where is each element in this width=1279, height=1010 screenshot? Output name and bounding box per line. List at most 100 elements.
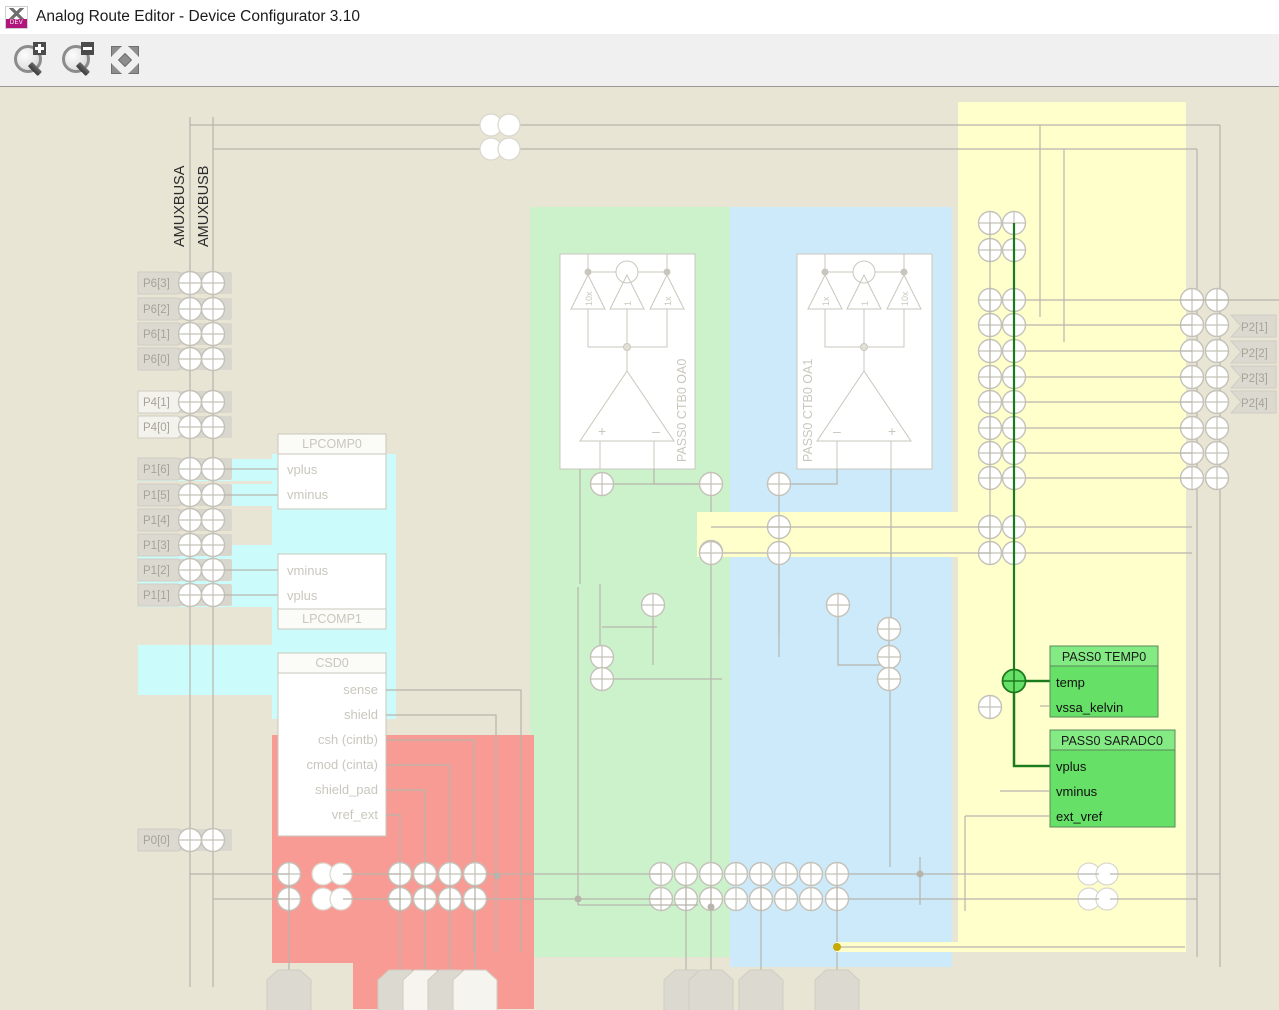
switch[interactable] xyxy=(825,592,851,618)
block-title: CSD0 xyxy=(315,656,348,670)
pin-row[interactable]: P0[0] xyxy=(137,827,232,853)
zoom-out-button[interactable] xyxy=(56,39,98,81)
switch[interactable] xyxy=(766,540,792,566)
switch[interactable] xyxy=(698,471,724,497)
block-title: PASS0 SARADC0 xyxy=(1061,734,1163,748)
svg-text:+: + xyxy=(598,423,606,439)
block-pass0-temp0[interactable]: PASS0 TEMP0 temp vssa_kelvin xyxy=(1040,645,1159,718)
closed-switch[interactable] xyxy=(1001,668,1027,694)
terminal-label: vplus xyxy=(1056,759,1087,774)
svg-text:P2[2]: P2[2] xyxy=(1241,348,1268,360)
svg-text:–: – xyxy=(652,423,660,439)
switch[interactable] xyxy=(876,666,902,692)
app-icon: DEV xyxy=(5,5,28,29)
pin-row[interactable]: P6[1] xyxy=(137,321,232,347)
terminal-label: vref_ext xyxy=(332,807,379,822)
pin-row[interactable]: P1[3] xyxy=(137,532,232,558)
pin-row[interactable]: P6[3] xyxy=(137,270,232,296)
pin-row[interactable]: P1[4] xyxy=(137,507,232,533)
mux-group[interactable] xyxy=(479,137,521,161)
svg-text:1: 1 xyxy=(623,301,633,306)
analog-route-editor-window: DEV Analog Route Editor - Device Configu… xyxy=(0,0,1279,1010)
svg-text:P1[5]: P1[5] xyxy=(143,490,170,502)
svg-text:1x: 1x xyxy=(663,296,673,306)
svg-text:1: 1 xyxy=(860,301,870,306)
terminal-label: cmod (cinta) xyxy=(306,757,378,772)
pin-row[interactable]: P2[2] xyxy=(1229,340,1277,364)
block-title: PASS0 CTB0 OA1 xyxy=(801,359,815,462)
mux-group[interactable] xyxy=(479,113,521,137)
svg-text:P2[4]: P2[4] xyxy=(1241,398,1268,410)
routing-diagram: P6[3] P6[2] P6[1] P6[0] P4[1] P4[0] P1[6… xyxy=(137,102,1279,1010)
terminal-label: vminus xyxy=(287,487,329,502)
pin-row[interactable]: P6[0] xyxy=(137,346,232,372)
svg-text:P4[0]: P4[0] xyxy=(143,422,170,434)
switch[interactable] xyxy=(589,644,615,670)
svg-text:P1[3]: P1[3] xyxy=(143,540,170,552)
svg-text:P6[1]: P6[1] xyxy=(143,329,170,341)
route-glyph-icon xyxy=(8,7,25,19)
pin-row[interactable]: P4[1] xyxy=(137,389,232,415)
switch[interactable] xyxy=(766,471,792,497)
svg-text:P6[3]: P6[3] xyxy=(143,278,170,290)
svg-text:1x: 1x xyxy=(821,296,831,306)
terminal-label: temp xyxy=(1056,675,1085,690)
terminal-label: csh (cintb) xyxy=(318,732,378,747)
pin-row[interactable]: P2[1] xyxy=(1229,314,1277,338)
title-bar: DEV Analog Route Editor - Device Configu… xyxy=(0,0,1279,35)
svg-text:P1[1]: P1[1] xyxy=(143,590,170,602)
svg-text:P1[4]: P1[4] xyxy=(143,515,170,527)
dev-badge: DEV xyxy=(6,18,27,28)
pin-row[interactable]: P5[0] xyxy=(452,969,498,1010)
fit-arrows-icon xyxy=(111,46,139,74)
svg-text:P0[0]: P0[0] xyxy=(143,835,170,847)
block-title: LPCOMP0 xyxy=(302,437,362,451)
window-title: Analog Route Editor - Device Configurato… xyxy=(36,8,360,25)
svg-text:P1[6]: P1[6] xyxy=(143,464,170,476)
bus-label-amuxbusb: AMUXBUSB xyxy=(196,166,212,247)
pin-row[interactable]: P5[5] xyxy=(266,969,312,1010)
switch[interactable] xyxy=(876,616,902,642)
terminal-label: vssa_kelvin xyxy=(1056,700,1123,715)
svg-text:P2[3]: P2[3] xyxy=(1241,373,1268,385)
bus-label-amuxbusa: AMUXBUSA xyxy=(172,165,188,247)
pin-row[interactable]: P4[0] xyxy=(137,414,232,440)
block-ctb0-oa1[interactable]: PASS0 CTB0 OA1 1x 1 10x – + xyxy=(796,253,933,470)
right-port-matrix[interactable] xyxy=(1179,287,1230,491)
switch[interactable] xyxy=(589,666,615,692)
block-lpcomp1[interactable]: vminus vplus LPCOMP1 xyxy=(277,553,387,630)
svg-text:P4[1]: P4[1] xyxy=(143,397,170,409)
routing-canvas[interactable]: P6[3] P6[2] P6[1] P6[0] P4[1] P4[0] P1[6… xyxy=(0,86,1279,1010)
svg-text:P1[2]: P1[2] xyxy=(143,565,170,577)
svg-text:+: + xyxy=(888,423,896,439)
pin-row[interactable]: P2[3] xyxy=(1229,365,1277,389)
block-ctb0-oa0[interactable]: PASS0 CTB0 OA0 10x 1 1x + – xyxy=(559,253,696,470)
svg-text:P6[0]: P6[0] xyxy=(143,354,170,366)
terminal-label: shield_pad xyxy=(315,782,378,797)
svg-text:10x: 10x xyxy=(584,291,594,306)
pin-row[interactable]: P2[4] xyxy=(1229,390,1277,414)
block-title: PASS0 CTB0 OA0 xyxy=(675,359,689,462)
block-title: LPCOMP1 xyxy=(302,612,362,626)
terminal-label: shield xyxy=(344,707,378,722)
terminal-label: vminus xyxy=(287,563,329,578)
svg-text:10x: 10x xyxy=(900,291,910,306)
switch[interactable] xyxy=(698,540,724,566)
switch[interactable] xyxy=(977,694,1003,720)
switch[interactable] xyxy=(640,592,666,618)
svg-text:–: – xyxy=(833,423,841,439)
pin-row[interactable]: P6[2] xyxy=(137,296,232,322)
pin-row[interactable]: P3[5] xyxy=(688,969,734,1010)
fit-to-window-button[interactable] xyxy=(104,39,146,81)
svg-text:P6[2]: P6[2] xyxy=(143,304,170,316)
zoom-in-button[interactable] xyxy=(8,39,50,81)
terminal-label: ext_vref xyxy=(1056,809,1103,824)
switch[interactable] xyxy=(589,471,615,497)
terminal-label: sense xyxy=(343,682,378,697)
terminal-label: vplus xyxy=(287,462,318,477)
pin-row[interactable]: P3[0] xyxy=(814,969,860,1010)
block-lpcomp0[interactable]: LPCOMP0 vplus vminus xyxy=(277,433,387,510)
pin-row[interactable]: P3[3] xyxy=(738,969,784,1010)
terminal-label: vplus xyxy=(287,588,318,603)
switch[interactable] xyxy=(876,644,902,670)
